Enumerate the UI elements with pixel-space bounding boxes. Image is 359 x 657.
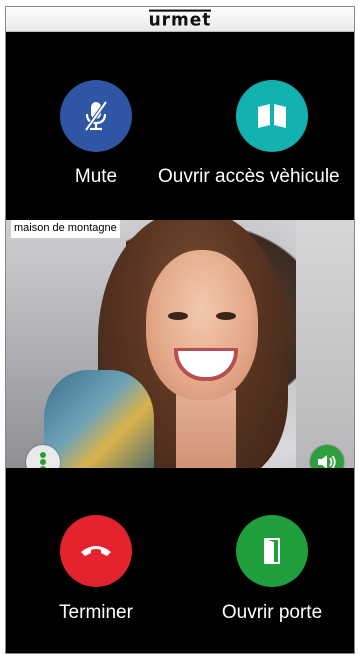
open-door-button[interactable] — [236, 515, 308, 587]
top-bar: urmet — [6, 7, 354, 32]
more-vertical-icon — [40, 452, 46, 468]
mute-button[interactable] — [60, 80, 132, 152]
mic-off-icon — [84, 100, 108, 132]
intercom-screen: urmet Mute Ouvrir accès vèhicule maison … — [5, 6, 355, 654]
open-door-label: Ouvrir porte — [221, 602, 323, 623]
vehicle-access-label: Ouvrir accès vèhicule — [158, 166, 340, 187]
vehicle-access-button[interactable] — [236, 80, 308, 152]
open-door-action[interactable] — [236, 515, 308, 587]
gate-icon — [258, 104, 286, 128]
vehicle-access-action[interactable] — [236, 80, 308, 152]
door-icon — [264, 538, 280, 564]
visitor-face — [146, 250, 258, 400]
camera-caption: maison de montagne — [11, 220, 120, 238]
hangup-button[interactable] — [60, 515, 132, 587]
volume-icon — [318, 455, 336, 468]
phone-hangup-icon — [81, 546, 111, 556]
hangup-action[interactable] — [60, 515, 132, 587]
mute-action[interactable] — [60, 80, 132, 152]
brand-logo: urmet — [148, 9, 212, 31]
hangup-label: Terminer — [59, 602, 133, 623]
video-feed: maison de montagne — [6, 220, 354, 468]
